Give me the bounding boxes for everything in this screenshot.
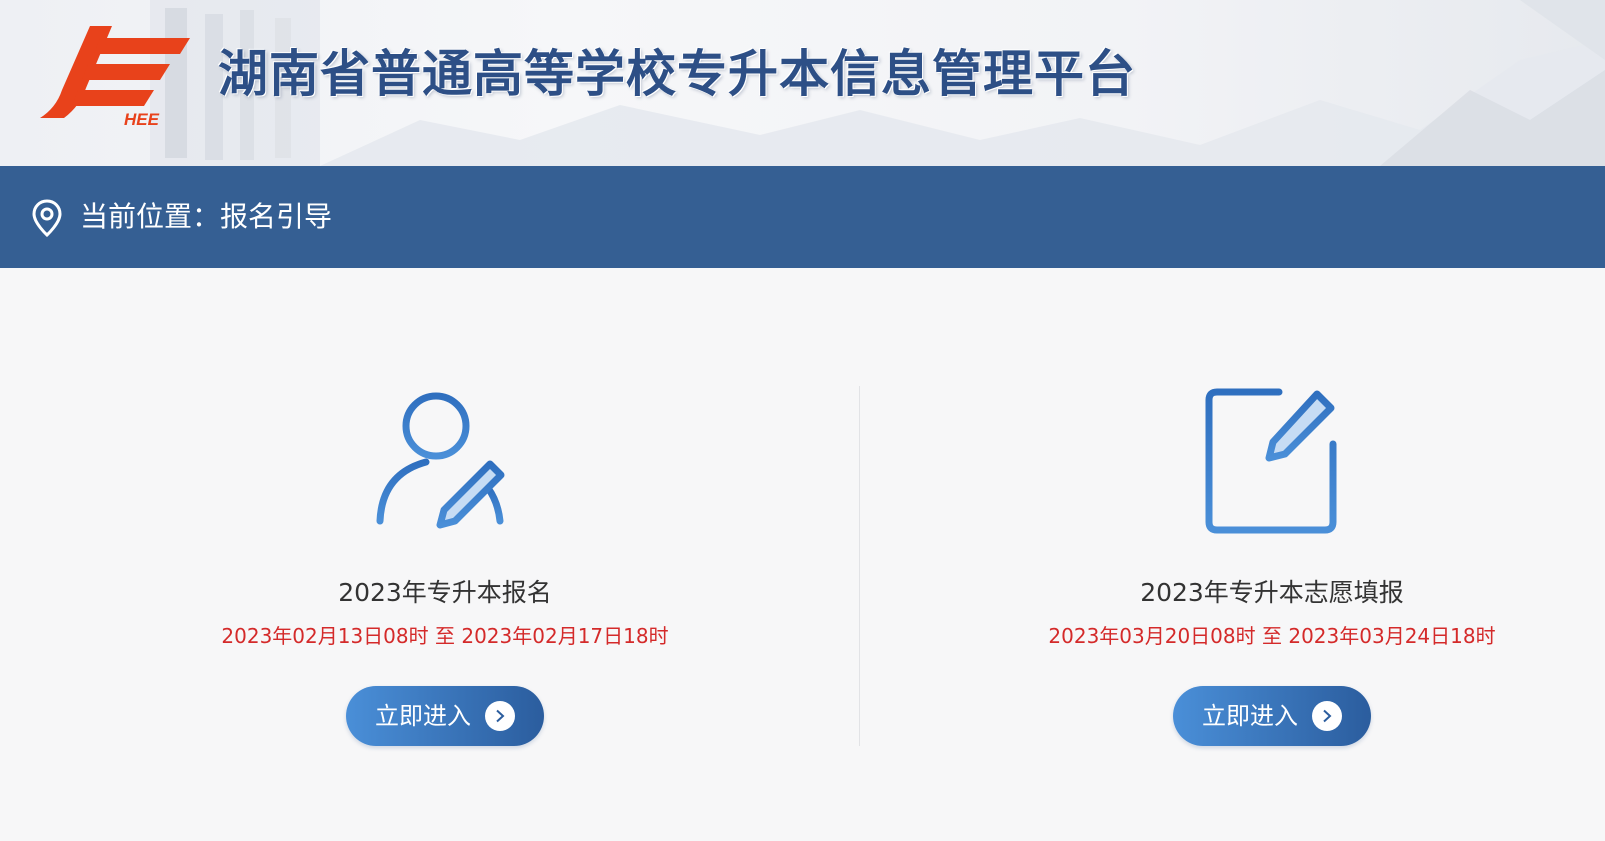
form-edit-icon xyxy=(1205,388,1337,534)
site-header: HEE 湖南省普通高等学校专升本信息管理平台 xyxy=(0,0,1605,166)
registration-period: 2023年02月13日08时 至 2023年02月17日18时 xyxy=(221,624,669,648)
registration-card: 2023年专升本报名 2023年02月13日08时 至 2023年02月17日1… xyxy=(95,386,795,746)
breadcrumb-text: 当前位置：报名引导 xyxy=(80,199,332,235)
location-pin-icon xyxy=(32,199,62,238)
preference-card: 2023年专升本志愿填报 2023年03月20日08时 至 2023年03月24… xyxy=(922,386,1605,746)
site-title: 湖南省普通高等学校专升本信息管理平台 xyxy=(218,45,1136,103)
user-edit-icon xyxy=(376,392,505,529)
registration-title: 2023年专升本报名 xyxy=(338,578,552,607)
hee-logo: HEE xyxy=(40,26,190,129)
registration-enter-button[interactable]: 立即进入 xyxy=(346,686,544,746)
breadcrumb: 当前位置：报名引导 xyxy=(0,166,1605,268)
preference-enter-button[interactable]: 立即进入 xyxy=(1173,686,1371,746)
enter-button-label: 立即进入 xyxy=(375,702,471,730)
chevron-right-icon xyxy=(485,701,515,731)
breadcrumb-label: 当前位置： xyxy=(80,200,221,233)
svg-text:HEE: HEE xyxy=(124,110,160,129)
chevron-right-icon xyxy=(1312,701,1342,731)
column-divider xyxy=(859,386,860,746)
entry-cards-area: 2023年专升本报名 2023年02月13日08时 至 2023年02月17日1… xyxy=(0,268,1605,841)
preference-period: 2023年03月20日08时 至 2023年03月24日18时 xyxy=(1048,624,1496,648)
preference-title: 2023年专升本志愿填报 xyxy=(1140,578,1404,607)
enter-button-label: 立即进入 xyxy=(1202,702,1298,730)
breadcrumb-current: 报名引导 xyxy=(220,200,333,233)
